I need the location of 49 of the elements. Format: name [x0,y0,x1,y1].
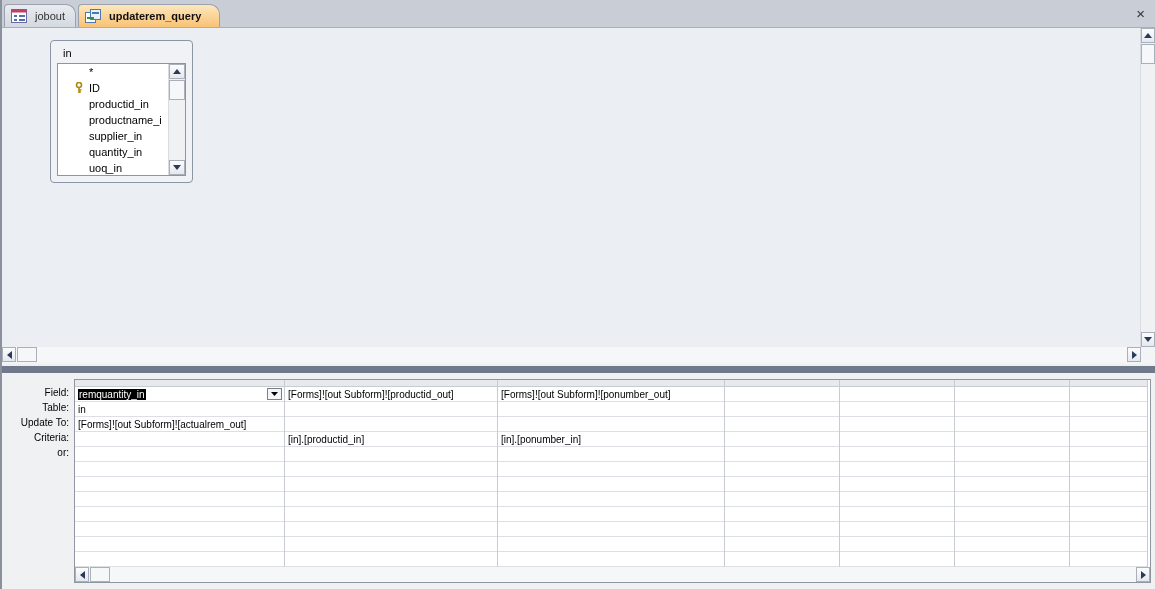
field-item[interactable]: quantity_in [58,144,168,160]
caret-icon [271,392,278,396]
document-tab[interactable]: jobout [4,4,76,27]
scrollbar[interactable] [75,567,1150,582]
field-item[interactable]: * [58,64,168,80]
field-item[interactable]: productid_in [58,96,168,112]
document-tab[interactable]: updaterem_query [78,4,221,27]
row-label: Update To: [19,416,70,430]
grid-cell[interactable]: [in].[productid_in] [288,433,365,445]
left-arrow-icon [79,570,85,579]
column-selector[interactable] [498,380,724,387]
right-arrow-icon [1131,350,1137,359]
table-title: in [62,46,73,61]
left-arrow-icon [6,350,12,359]
column-selector[interactable] [725,380,839,387]
down-arrow-icon [1144,337,1152,343]
field-item[interactable]: productname_i [58,112,168,128]
form-icon [11,9,27,23]
grid-cell[interactable]: [in].[ponumber_in] [501,433,582,445]
grid-cell[interactable]: [Forms]![out Subform]![productid_out] [288,388,454,400]
row-label: or: [56,446,70,460]
up-arrow-icon [173,69,181,74]
row-label: Field: [43,386,70,400]
scroll-thumb[interactable] [1141,44,1155,64]
dropdown-button[interactable] [267,388,282,400]
up-arrow-icon [1144,33,1152,38]
field-item[interactable]: ID [58,80,168,96]
down-arrow-icon [173,165,181,170]
scrollbar[interactable] [168,64,185,175]
row-label: Table: [41,401,70,415]
field-item[interactable]: supplier_in [58,128,168,144]
grid-cell[interactable]: [Forms]![out Subform]![ponumber_out] [501,388,671,400]
scrollbar[interactable] [1140,28,1155,348]
field-cell[interactable]: remquantity_in [78,388,146,400]
row-label: Criteria: [33,431,70,445]
close-button[interactable]: × [1126,0,1155,27]
right-arrow-icon [1140,570,1146,579]
scrollbar[interactable] [2,347,1141,363]
grid-cell[interactable]: [Forms]![out Subform]![actualrem_out] [78,418,247,430]
scroll-thumb[interactable] [169,80,185,100]
field-item[interactable]: uoq_in [58,160,168,175]
column-selector[interactable] [1070,380,1147,387]
splitter-bar[interactable] [2,364,1155,373]
scroll-thumb[interactable] [17,347,37,363]
scroll-thumb[interactable] [90,567,110,582]
grid-cell[interactable]: in [78,403,86,415]
column-selector[interactable] [955,380,1069,387]
column-selector[interactable] [840,380,954,387]
query-icon [85,9,101,23]
